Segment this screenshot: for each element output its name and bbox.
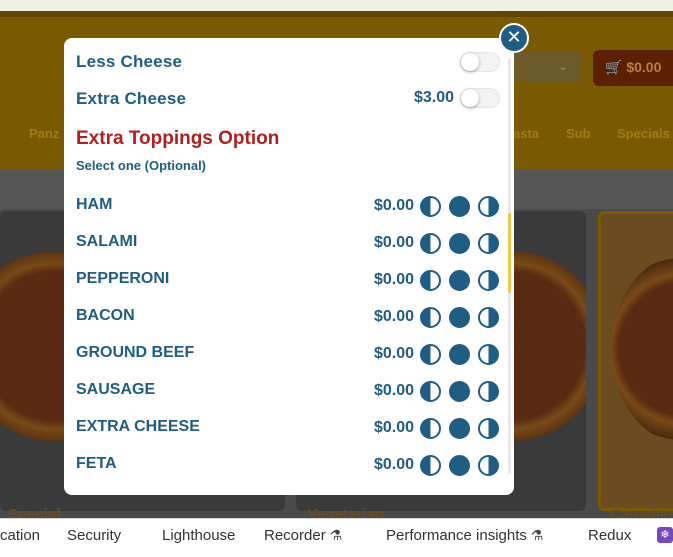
topping-name: PEPPERONI — [76, 270, 170, 287]
pizza-image — [611, 254, 673, 444]
topping-row: PEPPERONI $0.00 — [64, 270, 514, 307]
topping-row: HAM $0.00 — [64, 196, 514, 233]
right-half-icon[interactable] — [478, 344, 499, 365]
nav-item-specials[interactable]: Specials — [617, 126, 670, 141]
cart-button[interactable]: 🛒 $0.00 — [593, 50, 673, 86]
scrollbar-thumb[interactable] — [508, 213, 511, 293]
topping-row: BACON $0.00 — [64, 307, 514, 344]
tab-label: Redux — [588, 527, 632, 544]
topping-name: FETA — [76, 455, 117, 472]
less-cheese-toggle[interactable] — [460, 52, 500, 72]
topping-name: SALAMI — [76, 233, 138, 250]
topping-row: SALAMI $0.00 — [64, 233, 514, 270]
right-half-icon[interactable] — [478, 418, 499, 439]
option-label: Extra Cheese — [76, 89, 187, 108]
topping-row: SAUSAGE $0.00 — [64, 381, 514, 418]
devtools-tab-redux[interactable]: Redux — [588, 527, 631, 544]
right-half-icon[interactable] — [478, 196, 499, 217]
topping-price: $0.00 — [373, 271, 414, 288]
nav-item-panzerotti[interactable]: Panz — [29, 126, 59, 141]
extension-icon[interactable]: ❄ — [657, 527, 673, 543]
close-icon[interactable]: ✕ — [499, 23, 529, 53]
whole-icon[interactable] — [449, 307, 470, 328]
chevron-down-icon: ⌄ — [558, 59, 569, 73]
right-half-icon[interactable] — [478, 233, 499, 254]
flask-icon: ⚗ — [329, 527, 343, 543]
option-label: Less Cheese — [76, 52, 183, 71]
extra-cheese-toggle[interactable] — [460, 88, 500, 108]
section-title: Extra Toppings Option — [76, 128, 280, 149]
topping-name: GROUND BEEF — [76, 344, 195, 361]
topping-row: EXTRA CHEESE $0.00 — [64, 418, 514, 455]
topping-price: $0.00 — [373, 456, 414, 473]
whole-icon[interactable] — [449, 270, 470, 291]
toppings-modal: Less Cheese Extra Cheese $3.00 Extra Top… — [64, 38, 514, 495]
left-half-icon[interactable] — [420, 270, 441, 291]
nav-item-pasta[interactable]: asta — [513, 126, 539, 141]
toggle-knob — [461, 53, 479, 71]
whole-icon[interactable] — [449, 455, 470, 476]
tab-label: Security — [67, 527, 122, 544]
whole-icon[interactable] — [449, 233, 470, 254]
topping-row: GROUND BEEF $0.00 — [64, 344, 514, 381]
left-half-icon[interactable] — [420, 344, 441, 365]
flask-icon: ⚗ — [530, 527, 544, 543]
topping-price: $0.00 — [373, 419, 414, 436]
right-half-icon[interactable] — [478, 455, 499, 476]
left-half-icon[interactable] — [420, 381, 441, 402]
section-subtitle: Select one (Optional) — [76, 158, 207, 173]
topping-price: $0.00 — [373, 197, 414, 214]
tab-label: Lighthouse — [162, 527, 236, 544]
left-half-icon[interactable] — [420, 196, 441, 217]
topping-name: BACON — [76, 307, 135, 324]
right-half-icon[interactable] — [478, 307, 499, 328]
left-half-icon[interactable] — [420, 307, 441, 328]
browser-top-strip — [0, 0, 673, 11]
topping-row: FETA $0.00 — [64, 455, 514, 492]
devtools-tab-bar: cation Security Lighthouse Recorder ⚗ Per… — [0, 518, 673, 557]
topping-price: $0.00 — [373, 382, 414, 399]
cart-total: $0.00 — [626, 59, 662, 75]
topping-name: EXTRA CHEESE — [76, 418, 200, 435]
tab-label: cation — [0, 527, 41, 544]
whole-icon[interactable] — [449, 418, 470, 439]
whole-icon[interactable] — [449, 196, 470, 217]
option-price: $3.00 — [413, 89, 454, 106]
left-half-icon[interactable] — [420, 455, 441, 476]
location-select[interactable]: ⌄ — [510, 52, 581, 82]
right-half-icon[interactable] — [478, 381, 499, 402]
left-half-icon[interactable] — [420, 418, 441, 439]
devtools-tab-security[interactable]: Security — [67, 527, 121, 544]
devtools-tab-performance-insights[interactable]: Performance insights ⚗ — [386, 527, 543, 544]
cart-icon: 🛒 — [605, 59, 623, 75]
left-half-icon[interactable] — [420, 233, 441, 254]
nav-item-sub[interactable]: Sub — [566, 126, 591, 141]
topping-price: $0.00 — [373, 308, 414, 325]
whole-icon[interactable] — [449, 344, 470, 365]
whole-icon[interactable] — [449, 381, 470, 402]
modal-scrollbar[interactable] — [508, 58, 511, 474]
topping-name: SAUSAGE — [76, 381, 156, 398]
topping-price: $0.00 — [373, 345, 414, 362]
toggle-knob — [461, 89, 479, 107]
topping-name: HAM — [76, 196, 113, 213]
devtools-tab-lighthouse[interactable]: Lighthouse — [162, 527, 235, 544]
topping-price: $0.00 — [373, 234, 414, 251]
tab-label: Recorder — [264, 527, 326, 544]
tab-label: Performance insights — [386, 527, 527, 544]
devtools-tab-recorder[interactable]: Recorder ⚗ — [264, 527, 342, 544]
right-half-icon[interactable] — [478, 270, 499, 291]
devtools-tab-application[interactable]: cation — [0, 527, 40, 544]
product-card[interactable] — [598, 211, 673, 511]
